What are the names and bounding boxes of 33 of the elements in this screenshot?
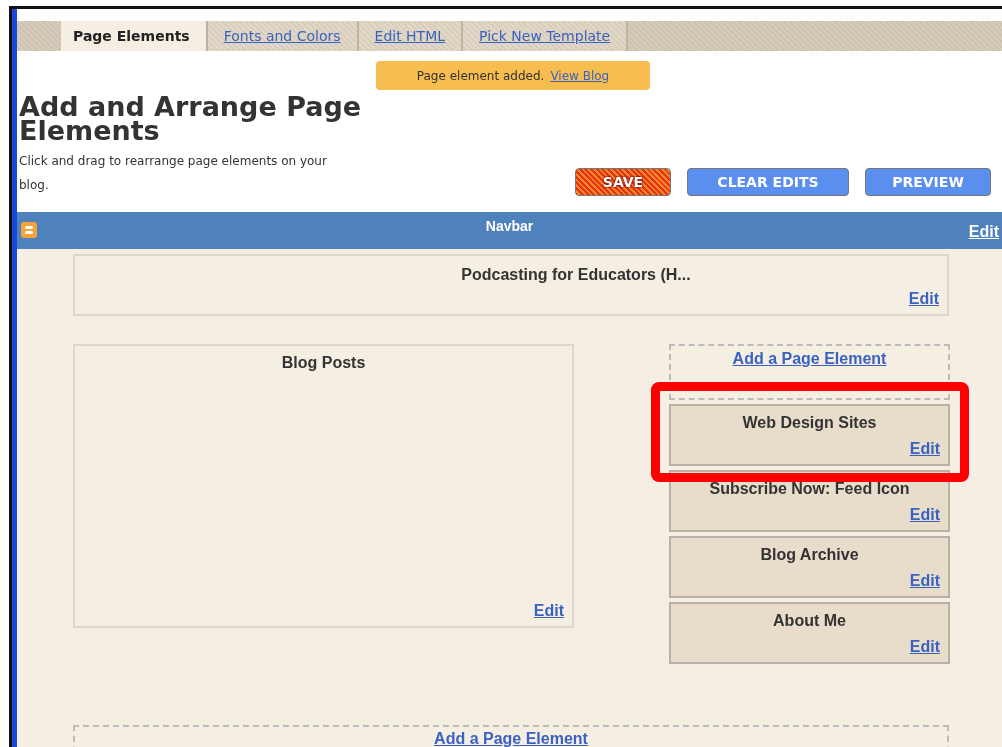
widget-title: About Me	[773, 612, 846, 630]
add-page-element-link[interactable]: Add a Page Element	[434, 730, 588, 747]
edit-link[interactable]: Edit	[909, 572, 940, 590]
save-button[interactable]: SAVE	[575, 168, 671, 196]
edit-link[interactable]: Edit	[968, 223, 999, 241]
edit-link[interactable]: Edit	[533, 602, 564, 620]
add-page-element-link[interactable]: Add a Page Element	[732, 350, 887, 367]
tab[interactable]: Page Elements	[61, 21, 208, 51]
tab[interactable]: Pick New Template	[463, 21, 629, 51]
edit-link[interactable]: Edit	[908, 290, 939, 308]
tab[interactable]: Edit HTML	[358, 21, 464, 51]
widget-title: Blog Posts	[281, 354, 366, 372]
notification-text: Page element added.	[416, 68, 545, 83]
edit-link[interactable]: Edit	[909, 440, 940, 458]
widget-title: Podcasting for Educators (H...	[461, 266, 691, 284]
sidebar-widget[interactable]: Web Design Sites Edit	[669, 404, 950, 466]
sidebar-widget[interactable]: Blog Archive Edit	[669, 536, 950, 598]
blog-posts-widget[interactable]: Blog Posts Edit	[73, 344, 574, 628]
edit-link[interactable]: Edit	[909, 506, 940, 524]
page-title: Add and Arrange Page Elements	[19, 95, 363, 143]
header-widget[interactable]: Podcasting for Educators (H... Edit	[73, 254, 949, 316]
view-blog-link[interactable]: View Blog	[550, 68, 610, 83]
action-button[interactable]: PREVIEW	[865, 168, 991, 196]
widget-title: Subscribe Now: Feed Icon	[709, 480, 910, 498]
sidebar-widget[interactable]: About Me Edit	[669, 602, 950, 664]
page-description: Click and drag to rearrange page elements on your blog.	[19, 153, 328, 194]
tab[interactable]: Fonts and Colors	[207, 21, 359, 51]
blogger-icon	[21, 222, 37, 238]
action-button[interactable]: CLEAR EDITS	[687, 168, 849, 196]
widget-title: Web Design Sites	[742, 414, 877, 432]
edit-link[interactable]: Edit	[909, 638, 940, 656]
navbar-title: Navbar	[485, 218, 534, 234]
widget-title: Blog Archive	[760, 546, 859, 564]
